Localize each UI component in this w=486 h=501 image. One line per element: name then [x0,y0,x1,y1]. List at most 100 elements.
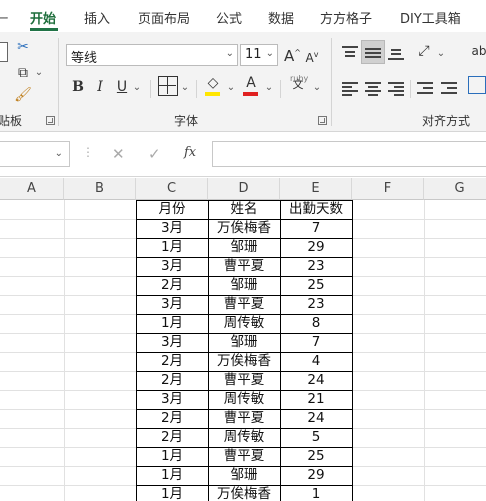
table-cell[interactable]: 7 [280,219,352,238]
phonetic-guide-icon[interactable]: ruby 文 [288,74,308,94]
table-cell[interactable]: 周传敏 [208,390,280,409]
font-color-dropdown-icon[interactable]: ⌄ [264,79,274,97]
tab-fangfang[interactable]: 方方格子 [320,8,372,27]
formula-input[interactable] [212,141,486,167]
table-cell[interactable]: 2月 [136,409,208,428]
table-cell[interactable]: 周传敏 [208,314,280,333]
table-cell[interactable]: 29 [280,466,352,485]
table-cell[interactable]: 3月 [136,333,208,352]
underline-dropdown-icon[interactable]: ⌄ [132,79,142,97]
align-center-icon[interactable] [364,80,382,96]
table-cell[interactable]: 1月 [136,238,208,257]
border-icon[interactable] [158,76,178,96]
table-header-cell[interactable]: 月份 [136,200,208,219]
table-cell[interactable]: 25 [280,276,352,295]
cut-icon[interactable]: ✂ [14,38,32,56]
merge-center-icon[interactable] [468,76,486,94]
table-cell[interactable]: 7 [280,333,352,352]
table-cell[interactable]: 4 [280,352,352,371]
table-cell[interactable]: 23 [280,257,352,276]
tab-formulas[interactable]: 公式 [216,8,242,27]
table-cell[interactable]: 万俟梅香 [208,352,280,371]
align-middle-icon[interactable] [364,44,382,60]
enter-icon[interactable]: ✓ [148,145,161,163]
border-dropdown-icon[interactable]: ⌄ [180,79,190,97]
tab-file-fragment[interactable]: ー [0,8,9,27]
tab-data[interactable]: 数据 [268,8,294,27]
table-header-cell[interactable]: 姓名 [208,200,280,219]
table-cell[interactable]: 21 [280,390,352,409]
tab-page-layout[interactable]: 页面布局 [138,8,190,27]
increase-indent-icon[interactable] [440,80,458,96]
table-cell[interactable]: 23 [280,295,352,314]
table-cell[interactable]: 3月 [136,219,208,238]
tab-insert[interactable]: 插入 [84,8,110,27]
table-cell[interactable]: 2月 [136,371,208,390]
column-header-c[interactable]: C [136,178,208,200]
tab-home[interactable]: 开始 [30,8,56,27]
table-cell[interactable]: 1月 [136,466,208,485]
orientation-icon[interactable]: ⤢ [414,42,434,60]
table-cell[interactable]: 邹珊 [208,333,280,352]
align-right-icon[interactable] [387,80,405,96]
table-cell[interactable]: 1月 [136,485,208,501]
table-cell[interactable]: 曹平夏 [208,447,280,466]
table-cell[interactable]: 5 [280,428,352,447]
table-cell[interactable]: 24 [280,371,352,390]
grow-font-icon[interactable]: A^ [284,44,301,65]
clipboard-launcher-icon[interactable] [46,116,55,125]
copy-icon[interactable]: ⧉ [14,64,32,82]
table-cell[interactable]: 万俟梅香 [208,219,280,238]
fill-color-dropdown-icon[interactable]: ⌄ [226,79,236,97]
table-cell[interactable]: 25 [280,447,352,466]
column-header-a[interactable]: A [0,178,64,200]
column-header-d[interactable]: D [208,178,280,200]
italic-button[interactable]: I [92,78,108,96]
table-cell[interactable]: 万俟梅香 [208,485,280,501]
format-painter-icon[interactable]: 🖌 [14,86,32,104]
table-cell[interactable]: 曹平夏 [208,257,280,276]
chevron-down-icon[interactable]: ⌄ [55,148,63,159]
align-bottom-icon[interactable] [387,44,405,60]
table-cell[interactable]: 1月 [136,447,208,466]
fill-color-icon[interactable]: ◇ [204,74,222,92]
table-cell[interactable]: 2月 [136,428,208,447]
align-left-icon[interactable] [341,80,359,96]
font-launcher-icon[interactable] [318,116,327,125]
column-header-b[interactable]: B [64,178,136,200]
table-cell[interactable]: 2月 [136,352,208,371]
bold-button[interactable]: B [70,78,86,96]
align-top-icon[interactable] [341,44,359,60]
name-box[interactable]: ⌄ [0,141,70,167]
shrink-font-icon[interactable]: Av [304,46,320,67]
table-cell[interactable]: 1月 [136,314,208,333]
table-cell[interactable]: 1 [280,485,352,501]
phonetic-dropdown-icon[interactable]: ⌄ [312,79,322,97]
table-cell[interactable]: 曹平夏 [208,409,280,428]
wrap-text-icon[interactable]: ab [468,42,486,60]
cancel-icon[interactable]: ✕ [112,145,125,163]
table-cell[interactable]: 8 [280,314,352,333]
table-cell[interactable]: 3月 [136,390,208,409]
tab-diy-toolbox[interactable]: DIY工具箱 [400,8,461,27]
paste-icon[interactable] [0,42,8,62]
column-header-e[interactable]: E [280,178,352,200]
table-cell[interactable]: 邹珊 [208,238,280,257]
table-cell[interactable]: 24 [280,409,352,428]
table-header-cell[interactable]: 出勤天数 [280,200,352,219]
font-color-icon[interactable]: A [242,74,260,92]
orientation-dropdown-icon[interactable]: ⌄ [436,45,446,63]
copy-dropdown-icon[interactable]: ⌄ [34,64,44,82]
insert-function-icon[interactable]: fx [184,145,196,160]
column-header-f[interactable]: F [352,178,424,200]
column-header-g[interactable]: G [424,178,486,200]
table-cell[interactable]: 邹珊 [208,466,280,485]
font-name-select[interactable]: 等线 ⌄ [66,44,238,66]
table-cell[interactable]: 邹珊 [208,276,280,295]
decrease-indent-icon[interactable] [416,80,434,96]
table-cell[interactable]: 29 [280,238,352,257]
table-cell[interactable]: 曹平夏 [208,371,280,390]
font-size-select[interactable]: 11 ⌄ [240,44,278,66]
table-cell[interactable]: 曹平夏 [208,295,280,314]
table-cell[interactable]: 3月 [136,295,208,314]
